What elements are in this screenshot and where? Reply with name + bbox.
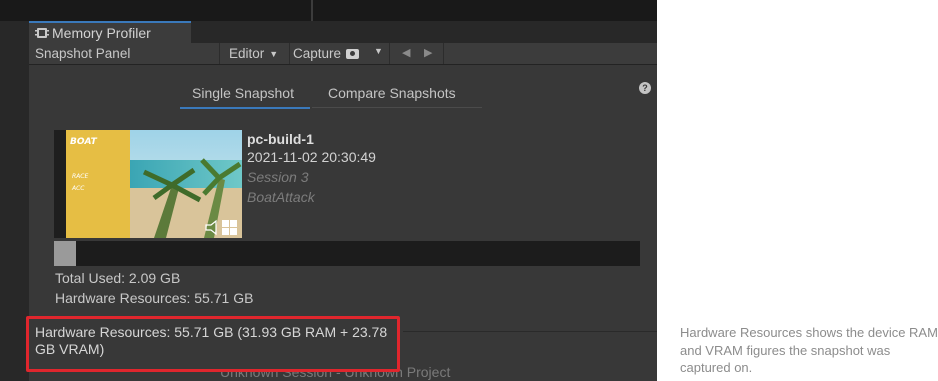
tab-baseline bbox=[312, 107, 482, 108]
arrow-right-icon: ▶ bbox=[424, 47, 433, 59]
toolbar-separator bbox=[289, 43, 290, 64]
previous-frame-button[interactable]: ◀ bbox=[402, 46, 410, 59]
snapshot-project: BoatAttack bbox=[247, 189, 315, 205]
snapshot-name: pc-build-1 bbox=[247, 131, 314, 147]
tab-label: Memory Profiler bbox=[52, 25, 151, 41]
thumbnail-text: RACE bbox=[72, 173, 88, 180]
chevron-down-icon: ▼ bbox=[269, 48, 279, 59]
hardware-resources-label: Hardware Resources: 55.71 GB bbox=[55, 290, 254, 306]
help-icon[interactable]: ? bbox=[639, 82, 651, 94]
tab-compare-snapshots[interactable]: Compare Snapshots bbox=[328, 85, 456, 101]
capture-label: Capture bbox=[293, 46, 342, 61]
toolbar-separator bbox=[389, 43, 390, 64]
arrow-left-icon: ◀ bbox=[402, 47, 411, 59]
snapshot-thumbnail[interactable]: BOAT RACE ACC bbox=[54, 130, 242, 238]
toolbar-separator bbox=[443, 43, 444, 64]
editor-top-strip bbox=[0, 0, 657, 21]
next-frame-button[interactable]: ▶ bbox=[424, 46, 432, 59]
memory-usage-bar[interactable] bbox=[54, 241, 640, 266]
memory-usage-fill bbox=[54, 241, 76, 266]
thumbnail-image: BOAT RACE ACC bbox=[54, 130, 242, 238]
highlight-box bbox=[26, 316, 400, 372]
total-used-label: Total Used: 2.09 GB bbox=[55, 270, 181, 286]
editor-dropdown-label: Editor bbox=[229, 46, 265, 61]
chevron-down-icon: ▼ bbox=[374, 46, 383, 56]
capture-options-dropdown[interactable]: ▼ bbox=[369, 46, 383, 56]
snapshot-session: Session 3 bbox=[247, 169, 309, 185]
editor-dropdown[interactable]: Editor ▼ bbox=[229, 46, 278, 61]
tab-memory-profiler[interactable]: Memory Profiler bbox=[29, 21, 191, 43]
caption-text: Hardware Resources shows the device RAM … bbox=[680, 325, 938, 375]
tab-single-snapshot[interactable]: Single Snapshot bbox=[192, 85, 294, 101]
snapshot-datetime: 2021-11-02 20:30:49 bbox=[247, 149, 376, 165]
snapshot-toolbar: Snapshot Panel Editor ▼ Capture ▼ ◀ ▶ bbox=[29, 43, 657, 65]
panel-title: Snapshot Panel bbox=[35, 46, 131, 61]
memory-profiler-icon bbox=[35, 26, 49, 40]
camera-icon bbox=[346, 48, 360, 59]
thumbnail-text: ACC bbox=[71, 185, 85, 192]
thumbnail-text: BOAT bbox=[70, 137, 98, 147]
capture-button[interactable]: Capture bbox=[293, 46, 360, 61]
toolbar-separator bbox=[219, 43, 220, 64]
pane-divider[interactable] bbox=[311, 0, 313, 21]
selected-tab-indicator bbox=[180, 107, 310, 109]
